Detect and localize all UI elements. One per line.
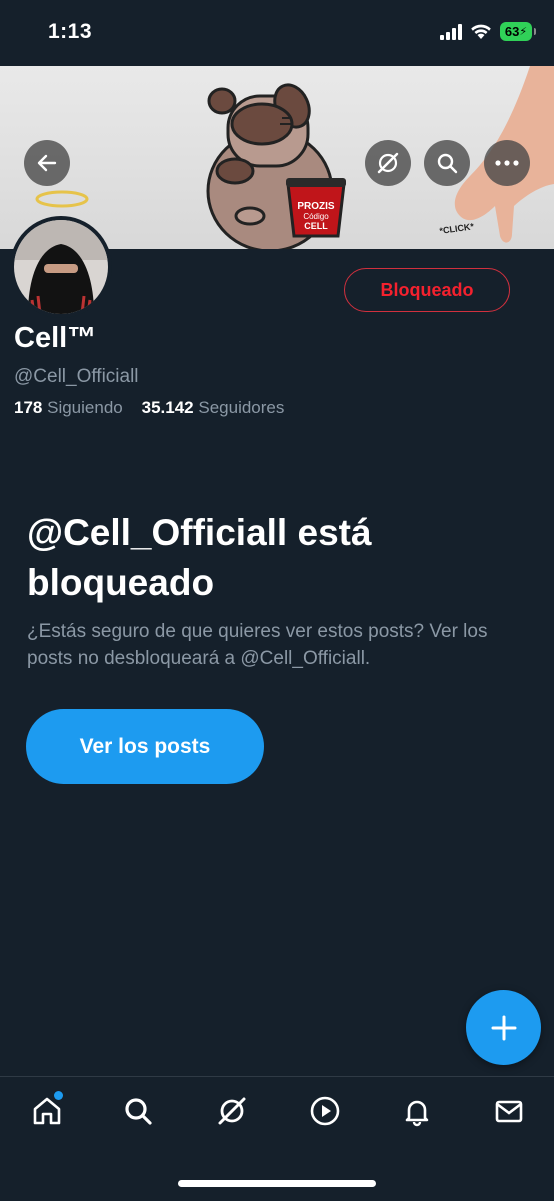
- halo-icon: [35, 190, 89, 208]
- blocked-description: ¿Estás seguro de que quieres ver estos p…: [27, 621, 488, 669]
- notifications-icon: [405, 1100, 429, 1127]
- search-icon: [437, 153, 458, 174]
- blocked-title: @Cell_Officiall está bloqueado: [27, 512, 372, 603]
- more-icon: [495, 160, 519, 166]
- nav-messages[interactable]: [491, 1093, 527, 1129]
- plus-icon: [491, 1015, 516, 1040]
- cup-label-3: CELL: [304, 221, 328, 231]
- notification-dot: [54, 1091, 63, 1100]
- arrow-left-icon: [37, 154, 57, 172]
- nav-grok[interactable]: [214, 1093, 250, 1129]
- battery-level: 63: [504, 24, 520, 39]
- video-icon: [310, 1096, 340, 1126]
- nav-notifications[interactable]: [399, 1093, 435, 1129]
- view-posts-button[interactable]: Ver los posts: [26, 709, 264, 784]
- search-icon: [125, 1098, 152, 1125]
- click-text: *CLICK*: [439, 221, 475, 236]
- messages-icon: [495, 1100, 523, 1123]
- back-button[interactable]: [24, 140, 70, 186]
- followers-link[interactable]: 35.142 Seguidores: [142, 398, 285, 417]
- battery-icon: 63 ⚡: [500, 22, 536, 41]
- grok-icon: [377, 152, 399, 174]
- search-button[interactable]: [424, 140, 470, 186]
- status-icons: 63 ⚡: [440, 22, 536, 41]
- following-label: Siguiendo: [47, 398, 123, 417]
- following-link[interactable]: 178 Siguiendo: [14, 398, 123, 417]
- avatar[interactable]: [10, 216, 112, 318]
- status-time: 1:13: [48, 20, 93, 43]
- grok-icon: [218, 1097, 246, 1125]
- nav-search[interactable]: [120, 1093, 156, 1129]
- following-count: 178: [14, 398, 43, 417]
- profile-stats: 178 Siguiendo 35.142 Seguidores: [14, 398, 284, 418]
- nav-video[interactable]: [307, 1093, 343, 1129]
- compose-button[interactable]: [466, 990, 541, 1065]
- cup-label-1: PROZIS: [297, 201, 335, 212]
- more-button[interactable]: [484, 140, 530, 186]
- avatar-image: [14, 220, 108, 314]
- followers-label: Seguidores: [198, 398, 285, 417]
- blocked-button[interactable]: Bloqueado: [344, 268, 510, 312]
- grok-button[interactable]: [365, 140, 411, 186]
- profile-handle: @Cell_Officiall: [14, 366, 139, 387]
- wifi-icon: [471, 24, 491, 39]
- cup-label-2: Código: [303, 212, 329, 221]
- home-indicator: [178, 1180, 376, 1187]
- followers-count: 35.142: [141, 398, 194, 417]
- profile-name: Cell™: [14, 322, 97, 354]
- signal-icon: [440, 23, 462, 40]
